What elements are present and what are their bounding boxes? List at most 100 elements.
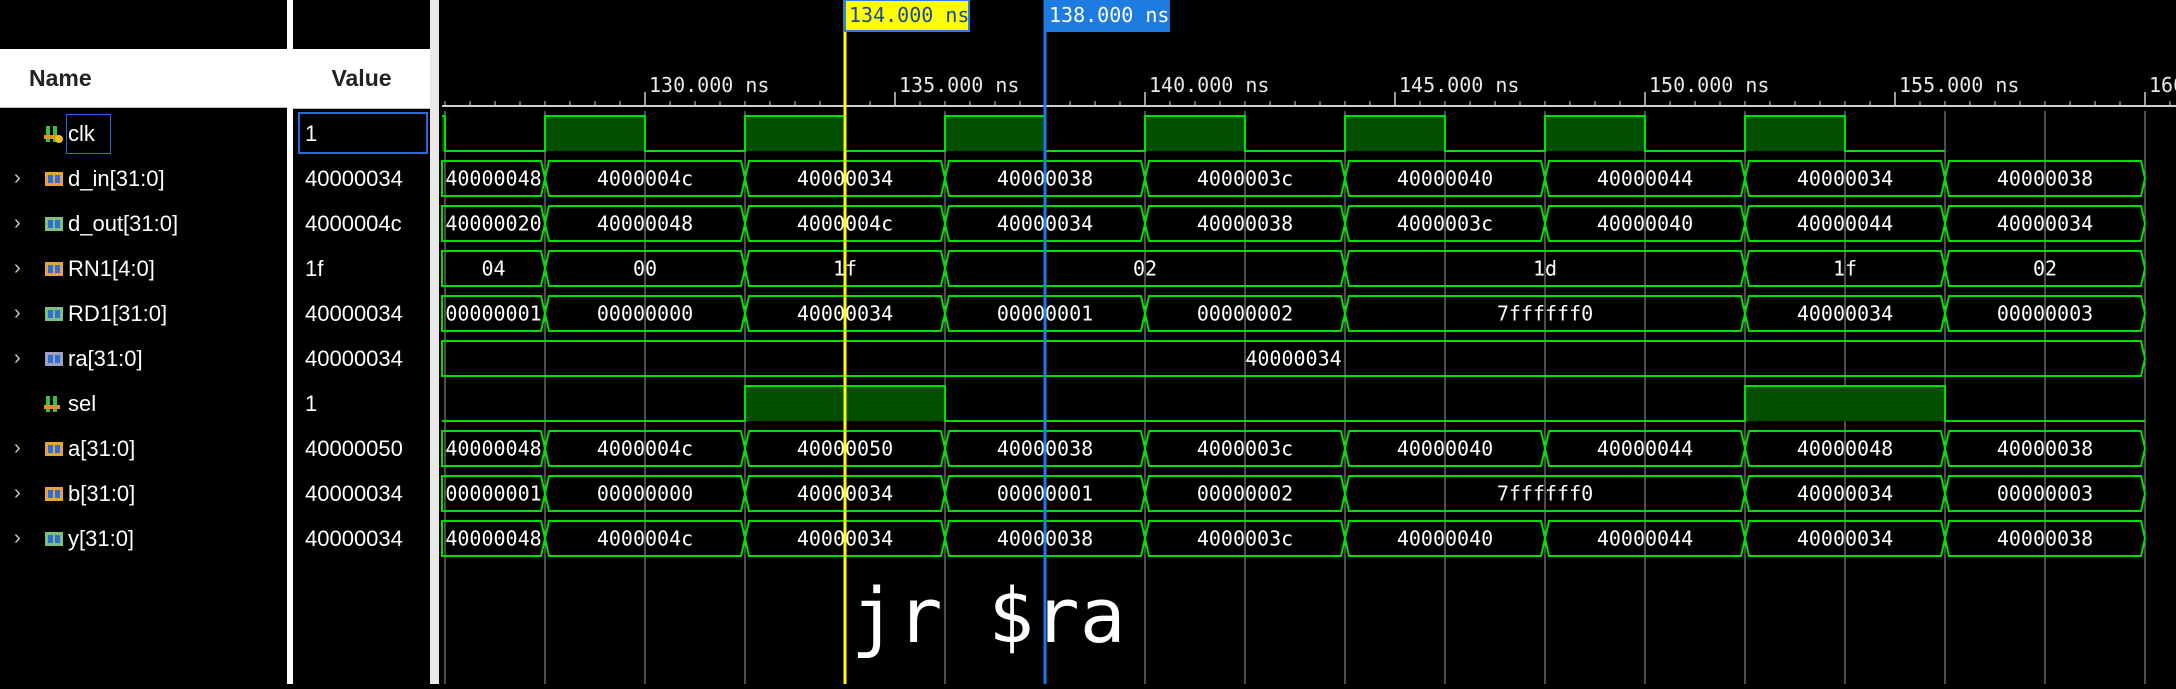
signal-value-row-sel[interactable]: 1 xyxy=(293,381,430,426)
bus-value-label: 4000003c xyxy=(1197,167,1293,191)
expand-chevron-icon[interactable]: › xyxy=(14,213,34,233)
clock-high-fill xyxy=(545,116,645,151)
name-column-header[interactable]: Name xyxy=(0,49,287,108)
expand-chevron-icon[interactable]: › xyxy=(14,438,34,458)
output-bus-icon xyxy=(44,213,66,235)
signal-value: 40000034 xyxy=(305,481,403,506)
bit-signal-icon xyxy=(44,393,66,415)
bus-value-label: 04 xyxy=(481,257,505,281)
bus-value-label: 40000040 xyxy=(1397,167,1493,191)
bus-value-label: 40000048 xyxy=(445,437,541,461)
bus-value-label: 4000004c xyxy=(597,527,693,551)
selected-name-outline xyxy=(66,114,111,154)
bus-value-label: 40000044 xyxy=(1597,437,1693,461)
signal-value-row-rd1[interactable]: 40000034 xyxy=(293,291,430,336)
signal-row-rn1[interactable]: › RN1[4:0] xyxy=(0,246,287,291)
expand-chevron-icon[interactable]: › xyxy=(14,303,34,323)
clock-signal-icon xyxy=(44,123,66,145)
expand-chevron-icon[interactable]: › xyxy=(14,168,34,188)
signal-row-rd1[interactable]: › RD1[31:0] xyxy=(0,291,287,336)
expand-chevron-icon[interactable]: › xyxy=(14,348,34,368)
bus-value-label: 40000034 xyxy=(1797,482,1893,506)
signal-value: 1f xyxy=(305,256,324,281)
bus-value-label: 40000034 xyxy=(1797,167,1893,191)
signal-name: b[31:0] xyxy=(68,481,136,506)
value-column-header[interactable]: Value xyxy=(293,49,430,109)
ruler-tick-label: 135.000 ns xyxy=(899,73,1019,97)
signal-row-d-out[interactable]: › d_out[31:0] xyxy=(0,201,287,246)
bus-value-label: 02 xyxy=(1133,257,1157,281)
bus-value-label: 40000038 xyxy=(1997,167,2093,191)
bus-value-label: 00000003 xyxy=(1997,302,2093,326)
bus-value-label: 40000020 xyxy=(445,212,541,236)
bus-value-label: 00000001 xyxy=(445,302,541,326)
expand-chevron-icon[interactable]: › xyxy=(14,528,34,548)
signal-value: 4000004c xyxy=(305,211,402,236)
waveform-canvas[interactable]: 130.000 ns 135.000 ns 140.000 ns 145.000 ns… xyxy=(439,0,2176,684)
cursor-time-label: 138.000 ns xyxy=(1049,3,1169,27)
waveform-clk xyxy=(442,115,1945,152)
waveform-ra: 40000034 xyxy=(441,340,2147,377)
signal-name: y[31:0] xyxy=(68,526,135,551)
expand-chevron-icon[interactable]: › xyxy=(14,258,34,278)
bus-value-label: 4000004c xyxy=(597,437,693,461)
clock-high-fill xyxy=(1345,116,1445,151)
signal-row-y[interactable]: › y[31:0] xyxy=(0,516,287,561)
ruler-tick-label: 150.000 ns xyxy=(1649,73,1769,97)
signal-name: a[31:0] xyxy=(68,436,136,461)
bus-value-label: 00000002 xyxy=(1197,302,1293,326)
bus-value-label: 40000034 xyxy=(1245,347,1341,371)
waveform-rd1: 0000000100000000400000340000000100000002… xyxy=(441,295,2147,332)
signal-row-ra[interactable]: › ra[31:0] xyxy=(0,336,287,381)
clock-high-fill xyxy=(1745,116,1845,151)
bus-value-label: 40000038 xyxy=(1197,212,1293,236)
signal-row-sel[interactable]: sel xyxy=(0,381,287,426)
signal-row-d-in[interactable]: › d_in[31:0] xyxy=(0,156,287,201)
signal-value-row-y[interactable]: 40000034 xyxy=(293,516,430,561)
waveform-sel xyxy=(442,385,2145,422)
bus-value-label: 40000048 xyxy=(1797,437,1893,461)
clock-high-fill xyxy=(745,116,845,151)
bus-value-label: 40000034 xyxy=(1797,527,1893,551)
signal-value: 40000034 xyxy=(305,166,403,191)
bus-value-label: 40000034 xyxy=(1997,212,2093,236)
signal-name: sel xyxy=(68,391,97,416)
input-bus-icon xyxy=(44,168,66,190)
signal-value-row-rn1[interactable]: 1f xyxy=(293,246,430,291)
bus-value-label: 40000040 xyxy=(1597,212,1693,236)
signal-value-row-d-out[interactable]: 4000004c xyxy=(293,201,430,246)
signal-value: 40000050 xyxy=(305,436,403,461)
selected-value-outline xyxy=(298,112,428,154)
signal-value: 40000034 xyxy=(305,301,403,326)
signal-row-b[interactable]: › b[31:0] xyxy=(0,471,287,516)
value-column-label: Value xyxy=(331,65,392,91)
ruler-tick-label: 155.000 ns xyxy=(1899,73,2019,97)
input-bus-icon xyxy=(44,438,66,460)
ruler-tick-label: 140.000 ns xyxy=(1149,73,1269,97)
bus-value-label: 00000000 xyxy=(597,482,693,506)
name-column-label: Name xyxy=(29,64,92,91)
signal-name: d_in[31:0] xyxy=(68,166,165,191)
clock-high-fill xyxy=(1545,116,1645,151)
bus-value-label: 40000044 xyxy=(1597,167,1693,191)
signal-value-row-a[interactable]: 40000050 xyxy=(293,426,430,471)
signal-value-row-b[interactable]: 40000034 xyxy=(293,471,430,516)
waveform-rn1: 04001f021d1f02 xyxy=(441,250,2147,287)
expand-chevron-icon[interactable]: › xyxy=(14,483,34,503)
waveform-d_in: 40000048 4000004c 40000034 40000038 4000003c… xyxy=(441,160,2147,197)
signal-value: 40000034 xyxy=(305,526,403,551)
time-ruler: 130.000 ns 135.000 ns 140.000 ns 145.000 ns… xyxy=(442,73,2176,107)
signal-value-row-ra[interactable]: 40000034 xyxy=(293,336,430,381)
signal-value: 40000034 xyxy=(305,346,403,371)
bus-value-label: 7ffffff0 xyxy=(1497,302,1593,326)
signal-value-row-d-in[interactable]: 40000034 xyxy=(293,156,430,201)
bus-value-label: 4000003c xyxy=(1197,437,1293,461)
waveform-area[interactable]: 130.000 ns 135.000 ns 140.000 ns 145.000 ns… xyxy=(439,0,2176,684)
signal-row-clk[interactable]: clk xyxy=(0,111,287,156)
pane-splitter-value-wave[interactable] xyxy=(430,0,439,684)
bus-value-label: 4000003c xyxy=(1397,212,1493,236)
bus-value-label: 40000040 xyxy=(1397,437,1493,461)
signal-row-a[interactable]: › a[31:0] xyxy=(0,426,287,471)
waveform-b: 0000000100000000400000340000000100000002… xyxy=(441,475,2147,512)
clock-high-fill xyxy=(945,116,1045,151)
